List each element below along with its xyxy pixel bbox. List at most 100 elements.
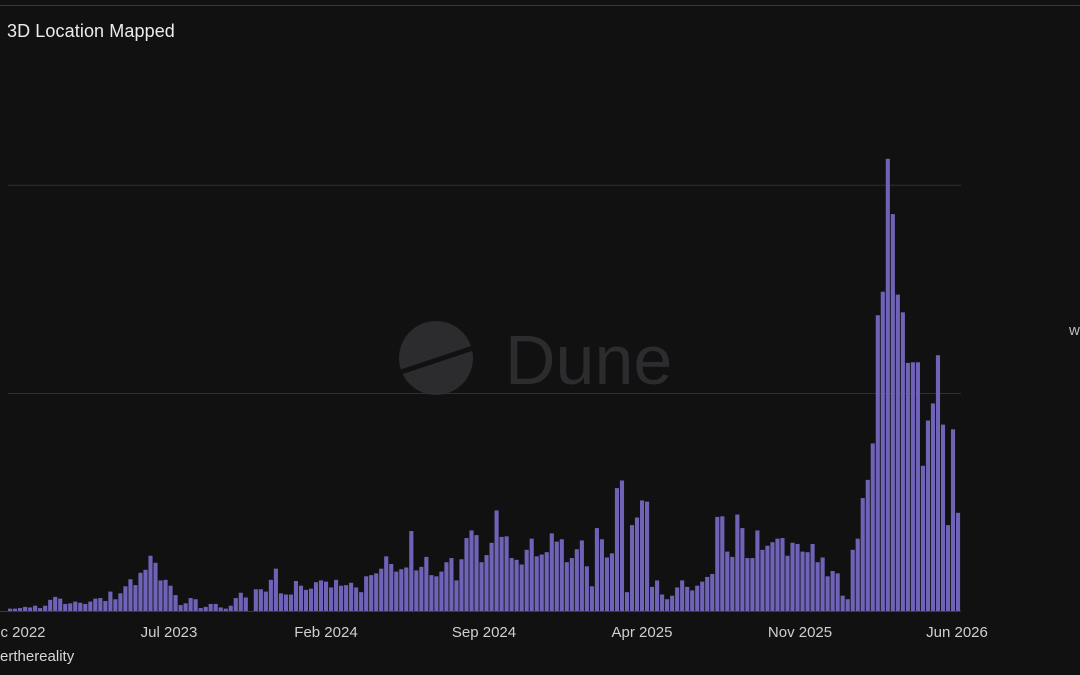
bar (424, 556, 429, 611)
bar (559, 539, 564, 611)
bar (700, 581, 705, 611)
bar (880, 291, 885, 611)
bar (765, 545, 770, 611)
bar (283, 594, 288, 611)
bar (308, 588, 314, 611)
bar (158, 580, 163, 611)
x-tick-label: Jun 2026 (926, 624, 988, 641)
bar (118, 593, 123, 611)
bar (750, 558, 755, 611)
bar (78, 602, 83, 611)
x-axis-ticks: c 2022 Jul 2023 Feb 2024 Sep 2024 Apr 2025 No… (0, 624, 987, 641)
bar (414, 570, 419, 611)
bar (885, 158, 890, 611)
bar (955, 512, 961, 611)
bar (935, 355, 941, 611)
bar (529, 538, 534, 611)
bar (835, 573, 840, 611)
bar (334, 579, 339, 611)
x-tick-label: Jul 2023 (141, 624, 198, 641)
bar (705, 576, 710, 611)
bar (665, 599, 670, 611)
bar (238, 592, 243, 611)
bar (143, 569, 148, 611)
bar (374, 573, 379, 611)
x-tick-label: Apr 2025 (612, 624, 673, 641)
bar (504, 536, 509, 611)
bar (660, 594, 665, 611)
bar (63, 603, 68, 611)
bar (629, 525, 635, 611)
bar (639, 500, 645, 611)
bar (900, 312, 905, 611)
bar (258, 589, 263, 611)
bar (815, 562, 820, 611)
bar (384, 556, 389, 611)
bar (479, 562, 484, 611)
bar (364, 576, 369, 611)
bar (323, 581, 329, 611)
bar (650, 586, 655, 611)
bar (875, 315, 880, 611)
bar (148, 555, 153, 611)
bar (113, 599, 118, 611)
bar (950, 429, 956, 611)
bar (18, 608, 23, 611)
bar (198, 608, 203, 611)
bar (133, 585, 138, 611)
bar (83, 603, 88, 611)
bar (775, 538, 780, 611)
bar (58, 598, 63, 611)
bar (188, 598, 193, 611)
bar (33, 605, 38, 611)
bar (599, 539, 604, 611)
bar (163, 579, 168, 611)
bar (318, 580, 324, 611)
bar (810, 543, 815, 611)
bar (634, 517, 640, 611)
bar (715, 516, 720, 611)
bar (524, 549, 529, 611)
bar (489, 542, 494, 611)
bar (203, 606, 208, 611)
bar (253, 589, 258, 611)
bars (0, 158, 961, 612)
bar (344, 585, 349, 611)
bar (178, 605, 183, 611)
bar (609, 553, 614, 611)
bar (494, 510, 499, 611)
bar (539, 554, 544, 611)
bar (464, 538, 469, 611)
bar (760, 549, 765, 611)
bar (303, 589, 309, 611)
bar (800, 551, 805, 611)
bar (645, 501, 650, 611)
bar (910, 362, 915, 611)
bar (940, 424, 946, 611)
bar (780, 538, 785, 611)
bar (138, 572, 143, 611)
bar (28, 607, 33, 611)
bar (564, 562, 569, 611)
bar (354, 587, 359, 611)
bar (670, 595, 675, 611)
bar (128, 579, 133, 611)
bar (725, 551, 730, 611)
bar (820, 557, 825, 611)
bar (905, 362, 910, 611)
bar (624, 592, 630, 611)
bar (795, 543, 800, 611)
bar (38, 608, 43, 611)
bar-chart: Dune c 2022 Jul 2023 Feb 2024 Sep 2024 Apr 2… (0, 158, 988, 641)
bar (604, 557, 609, 611)
bar (695, 585, 700, 611)
bar (23, 606, 28, 611)
watermark-text: Dune (505, 321, 672, 399)
bar (855, 538, 860, 611)
bar (685, 586, 690, 611)
bar (434, 576, 439, 611)
x-tick-label: Nov 2025 (768, 624, 832, 641)
bar (228, 605, 233, 611)
bar (619, 480, 625, 611)
bar (594, 528, 599, 611)
